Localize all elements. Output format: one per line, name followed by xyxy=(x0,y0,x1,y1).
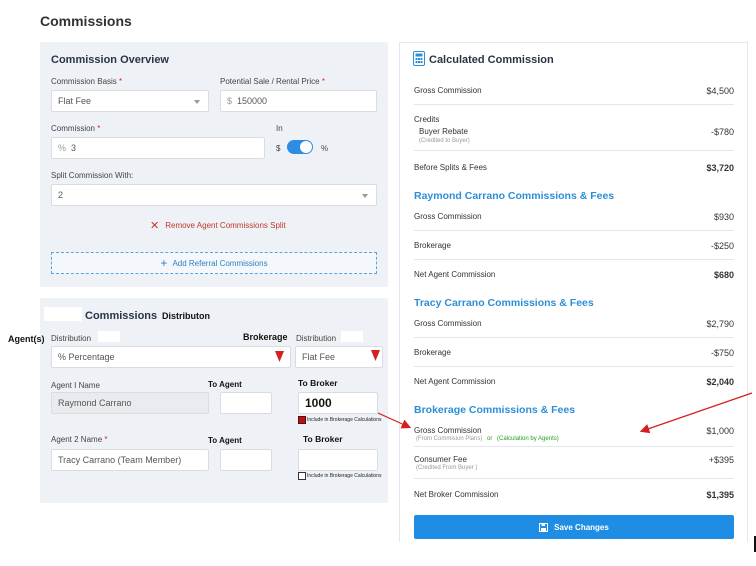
blank-patch xyxy=(98,331,120,342)
include-calc-2[interactable]: Include in Brokerage Calculations xyxy=(298,472,382,480)
divider xyxy=(414,478,734,479)
percent-option-label: % xyxy=(321,144,329,153)
to-broker-label: To Broker xyxy=(298,378,338,388)
commission-basis-label: Commission Basis * xyxy=(51,77,123,86)
raymond-brokerage-row: Brokerage -$250 xyxy=(414,241,734,251)
commission-input[interactable]: % 3 xyxy=(51,137,265,159)
blank-patch xyxy=(44,307,82,321)
consumer-fee-row: Consumer Fee +$395 xyxy=(414,455,734,465)
split-label: Split Commission With: xyxy=(51,171,134,180)
to-agent-label-2: To Agent xyxy=(208,436,242,445)
save-changes-button[interactable]: Save Changes xyxy=(414,515,734,539)
brokerage-section-title: Brokerage Commissions & Fees xyxy=(414,404,576,416)
brokerage-label: Brokerage xyxy=(243,332,288,342)
divider xyxy=(414,366,734,367)
distribution-title: Commissions xyxy=(85,310,158,322)
agent2-name-input[interactable]: Tracy Carrano (Team Member) xyxy=(51,449,209,471)
tracy-gross-row: Gross Commission $2,790 xyxy=(414,319,734,329)
raymond-section-title: Raymond Carrano Commissions & Fees xyxy=(414,190,615,202)
plus-icon: + xyxy=(160,256,168,270)
commission-basis-value: Flat Fee xyxy=(58,96,92,106)
close-icon: ✕ xyxy=(150,219,160,232)
broker-distribution-select[interactable]: Flat Fee xyxy=(295,346,383,368)
agent1-name-input[interactable]: Raymond Carrano xyxy=(51,392,209,414)
divider xyxy=(414,259,734,260)
raymond-gross-row: Gross Commission $930 xyxy=(414,212,734,222)
buyer-rebate-row: Buyer Rebate -$780 xyxy=(419,127,734,137)
split-value: 2 xyxy=(58,190,64,200)
before-splits-row: Before Splits & Fees $3,720 xyxy=(414,163,734,173)
blank-patch xyxy=(341,331,363,342)
tracy-net-row: Net Agent Commission $2,040 xyxy=(414,377,734,387)
page-title: Commissions xyxy=(40,13,132,29)
brokerage-gross-row: Gross Commission $1,000 xyxy=(414,426,734,436)
divider xyxy=(414,230,734,231)
tracy-brokerage-row: Brokerage -$750 xyxy=(414,348,734,358)
raymond-net-row: Net Agent Commission $680 xyxy=(414,270,734,280)
to-broker-label-2: To Broker xyxy=(303,434,343,444)
to-agent-label: To Agent xyxy=(208,380,242,389)
dollar-option-label: $ xyxy=(276,144,281,153)
price-label: Potential Sale / Rental Price * xyxy=(220,77,325,86)
agent2-label: Agent 2 Name * xyxy=(51,435,108,444)
consumer-fee-note: (Credited From Buyer ) xyxy=(416,465,478,471)
net-broker-row: Net Broker Commission $1,395 xyxy=(414,490,734,500)
agent2-to-broker-input[interactable] xyxy=(298,449,378,471)
percent-prefix: % xyxy=(58,143,67,153)
annotation-arrow-down-icon xyxy=(371,350,380,361)
currency-toggle[interactable] xyxy=(287,140,313,154)
include-checkbox-2[interactable] xyxy=(298,472,306,480)
divider xyxy=(414,104,734,105)
distribution-title-suffix: Distributon xyxy=(162,311,210,321)
annotation-arrow-down-icon xyxy=(275,351,284,362)
include-calc-1[interactable]: Include in Brokerage Calculations xyxy=(298,416,382,424)
commission-label: Commission * xyxy=(51,124,101,133)
remove-split-link[interactable]: ✕ Remove Agent Commissions Split xyxy=(150,219,286,232)
agent-distribution-label: Distribution xyxy=(51,334,92,343)
agent1-label: Agent I Name xyxy=(51,381,100,390)
agent1-to-agent-input[interactable] xyxy=(220,392,272,414)
divider xyxy=(414,150,734,151)
agents-label: Agent(s) xyxy=(8,334,45,344)
broker-distribution-label: Distribution xyxy=(296,334,337,343)
overview-title: Commission Overview xyxy=(51,54,169,66)
calculated-title: Calculated Commission xyxy=(429,54,554,66)
buyer-rebate-note: (Credited to Buyer) xyxy=(419,138,470,144)
chevron-down-icon xyxy=(194,100,200,104)
include-checkbox-1[interactable] xyxy=(298,416,306,424)
agent2-to-agent-input[interactable] xyxy=(220,449,272,471)
agent-distribution-select[interactable]: % Percentage xyxy=(51,346,291,368)
tracy-section-title: Tracy Carrano Commissions & Fees xyxy=(414,297,594,309)
add-referral-button[interactable]: + Add Referral Commissions xyxy=(51,252,377,274)
divider xyxy=(414,446,734,447)
dollar-prefix: $ xyxy=(227,96,233,106)
divider xyxy=(414,337,734,338)
agent1-to-broker-input[interactable]: 1000 xyxy=(298,392,378,414)
price-input[interactable]: $ 150000 xyxy=(220,90,377,112)
price-value: 150000 xyxy=(237,96,268,106)
calculator-icon xyxy=(413,51,425,66)
split-select[interactable]: 2 xyxy=(51,184,377,206)
gross-commission-row: Gross Commission $4,500 xyxy=(414,86,734,96)
save-icon xyxy=(539,522,549,532)
chevron-down-icon xyxy=(362,194,368,198)
commission-value: 3 xyxy=(71,143,77,153)
commission-basis-select[interactable]: Flat Fee xyxy=(51,90,209,112)
credits-label: Credits xyxy=(414,115,440,124)
in-label: In xyxy=(276,124,283,133)
brokerage-gross-note: (From Commision Plans) or (Calculation b… xyxy=(416,436,559,442)
